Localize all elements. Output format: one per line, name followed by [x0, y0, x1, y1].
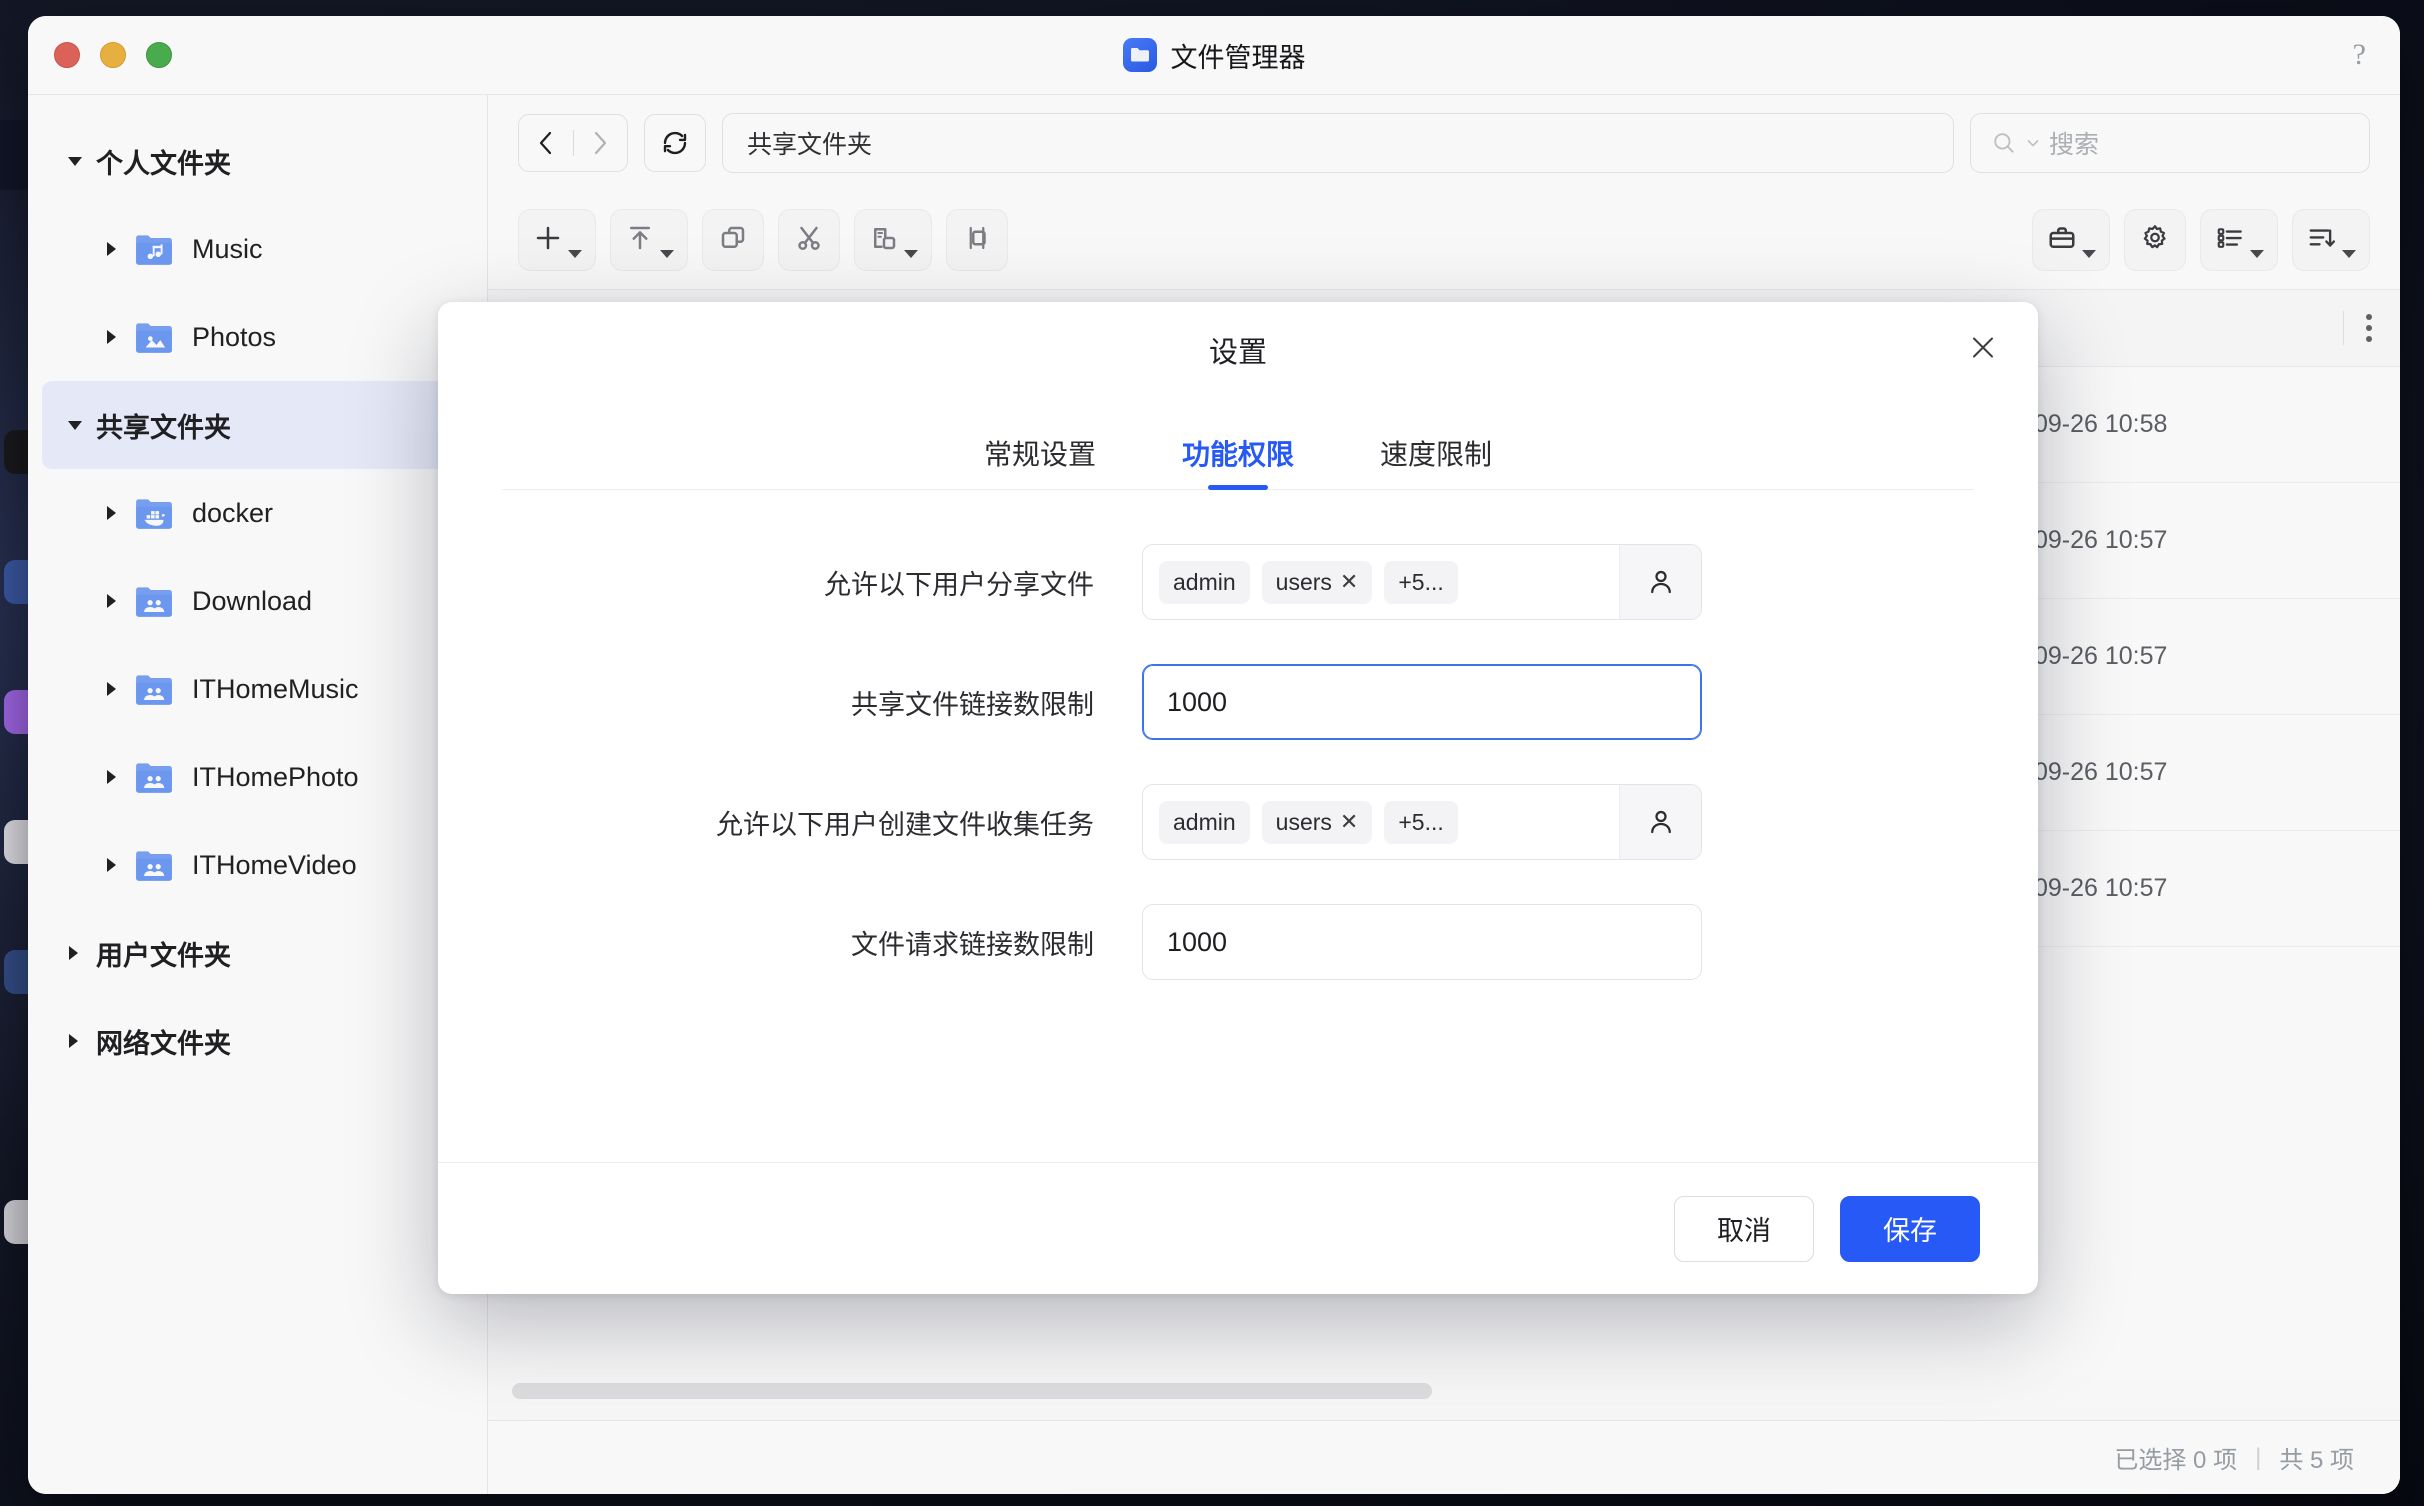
remove-tag-icon[interactable]: ✕	[1340, 569, 1358, 595]
tab-速度限制[interactable]: 速度限制	[1380, 433, 1492, 489]
user-tag-label: users	[1275, 808, 1332, 835]
user-tag[interactable]: users ✕	[1261, 800, 1373, 844]
form-label: 文件请求链接数限制	[851, 929, 1094, 960]
remove-tag-icon[interactable]: ✕	[1340, 809, 1358, 835]
user-tag-label: +5...	[1398, 568, 1444, 595]
form-field: 1000	[1142, 904, 1702, 980]
form-field: admin users ✕ +5...	[1142, 784, 1702, 860]
tab-功能权限[interactable]: 功能权限	[1182, 433, 1294, 489]
dialog-form: 允许以下用户分享文件 admin users ✕ +5... 共享文件链接数限制 1000 允…	[438, 490, 2038, 1162]
user-tag-input[interactable]: admin users ✕ +5...	[1142, 544, 1702, 620]
number-input[interactable]: 1000	[1142, 904, 1702, 980]
form-label: 允许以下用户分享文件	[824, 569, 1094, 600]
number-input[interactable]: 1000	[1142, 664, 1702, 740]
tab-常规设置[interactable]: 常规设置	[984, 433, 1096, 489]
file-manager-window: 文件管理器 ? 个人文件夹 Music Photos 共享文件夹 docker Downl…	[28, 16, 2400, 1494]
tag-list: admin users ✕ +5...	[1143, 545, 1619, 619]
user-picker-icon[interactable]	[1619, 545, 1701, 619]
user-tag[interactable]: +5...	[1384, 560, 1458, 604]
user-tag-input[interactable]: admin users ✕ +5...	[1142, 784, 1702, 860]
form-field: admin users ✕ +5...	[1142, 544, 1702, 620]
form-row: 允许以下用户分享文件 admin users ✕ +5...	[502, 544, 1974, 620]
user-tag-label: users	[1275, 568, 1332, 595]
number-input-value: 1000	[1167, 686, 1228, 717]
form-label: 共享文件链接数限制	[851, 689, 1094, 720]
settings-dialog: 设置 常规设置 功能权限 速度限制 允许以下用户分享文件 admin users ✕ +5.…	[438, 302, 2038, 1294]
user-tag[interactable]: admin	[1159, 560, 1250, 604]
number-input-value: 1000	[1167, 926, 1228, 957]
user-tag-label: +5...	[1398, 808, 1444, 835]
user-tag-label: admin	[1173, 568, 1236, 595]
user-tag-label: admin	[1173, 808, 1236, 835]
dialog-title: 设置	[1208, 337, 1267, 369]
tag-list: admin users ✕ +5...	[1143, 785, 1619, 859]
dialog-tabs: 常规设置 功能权限 速度限制	[502, 398, 1974, 490]
user-picker-icon[interactable]	[1619, 785, 1701, 859]
form-row: 允许以下用户创建文件收集任务 admin users ✕ +5...	[502, 784, 1974, 860]
dialog-header: 设置	[438, 302, 2038, 398]
user-tag[interactable]: users ✕	[1261, 560, 1373, 604]
form-row: 文件请求链接数限制 1000	[502, 904, 1974, 980]
form-label: 允许以下用户创建文件收集任务	[716, 809, 1094, 840]
dialog-footer: 取消 保存	[438, 1162, 2038, 1294]
save-button[interactable]: 保存	[1840, 1195, 1980, 1262]
user-tag[interactable]: +5...	[1384, 800, 1458, 844]
close-icon[interactable]	[1970, 335, 1996, 366]
form-field: 1000	[1142, 664, 1702, 740]
cancel-button[interactable]: 取消	[1674, 1195, 1814, 1262]
form-row: 共享文件链接数限制 1000	[502, 664, 1974, 740]
user-tag[interactable]: admin	[1159, 800, 1250, 844]
